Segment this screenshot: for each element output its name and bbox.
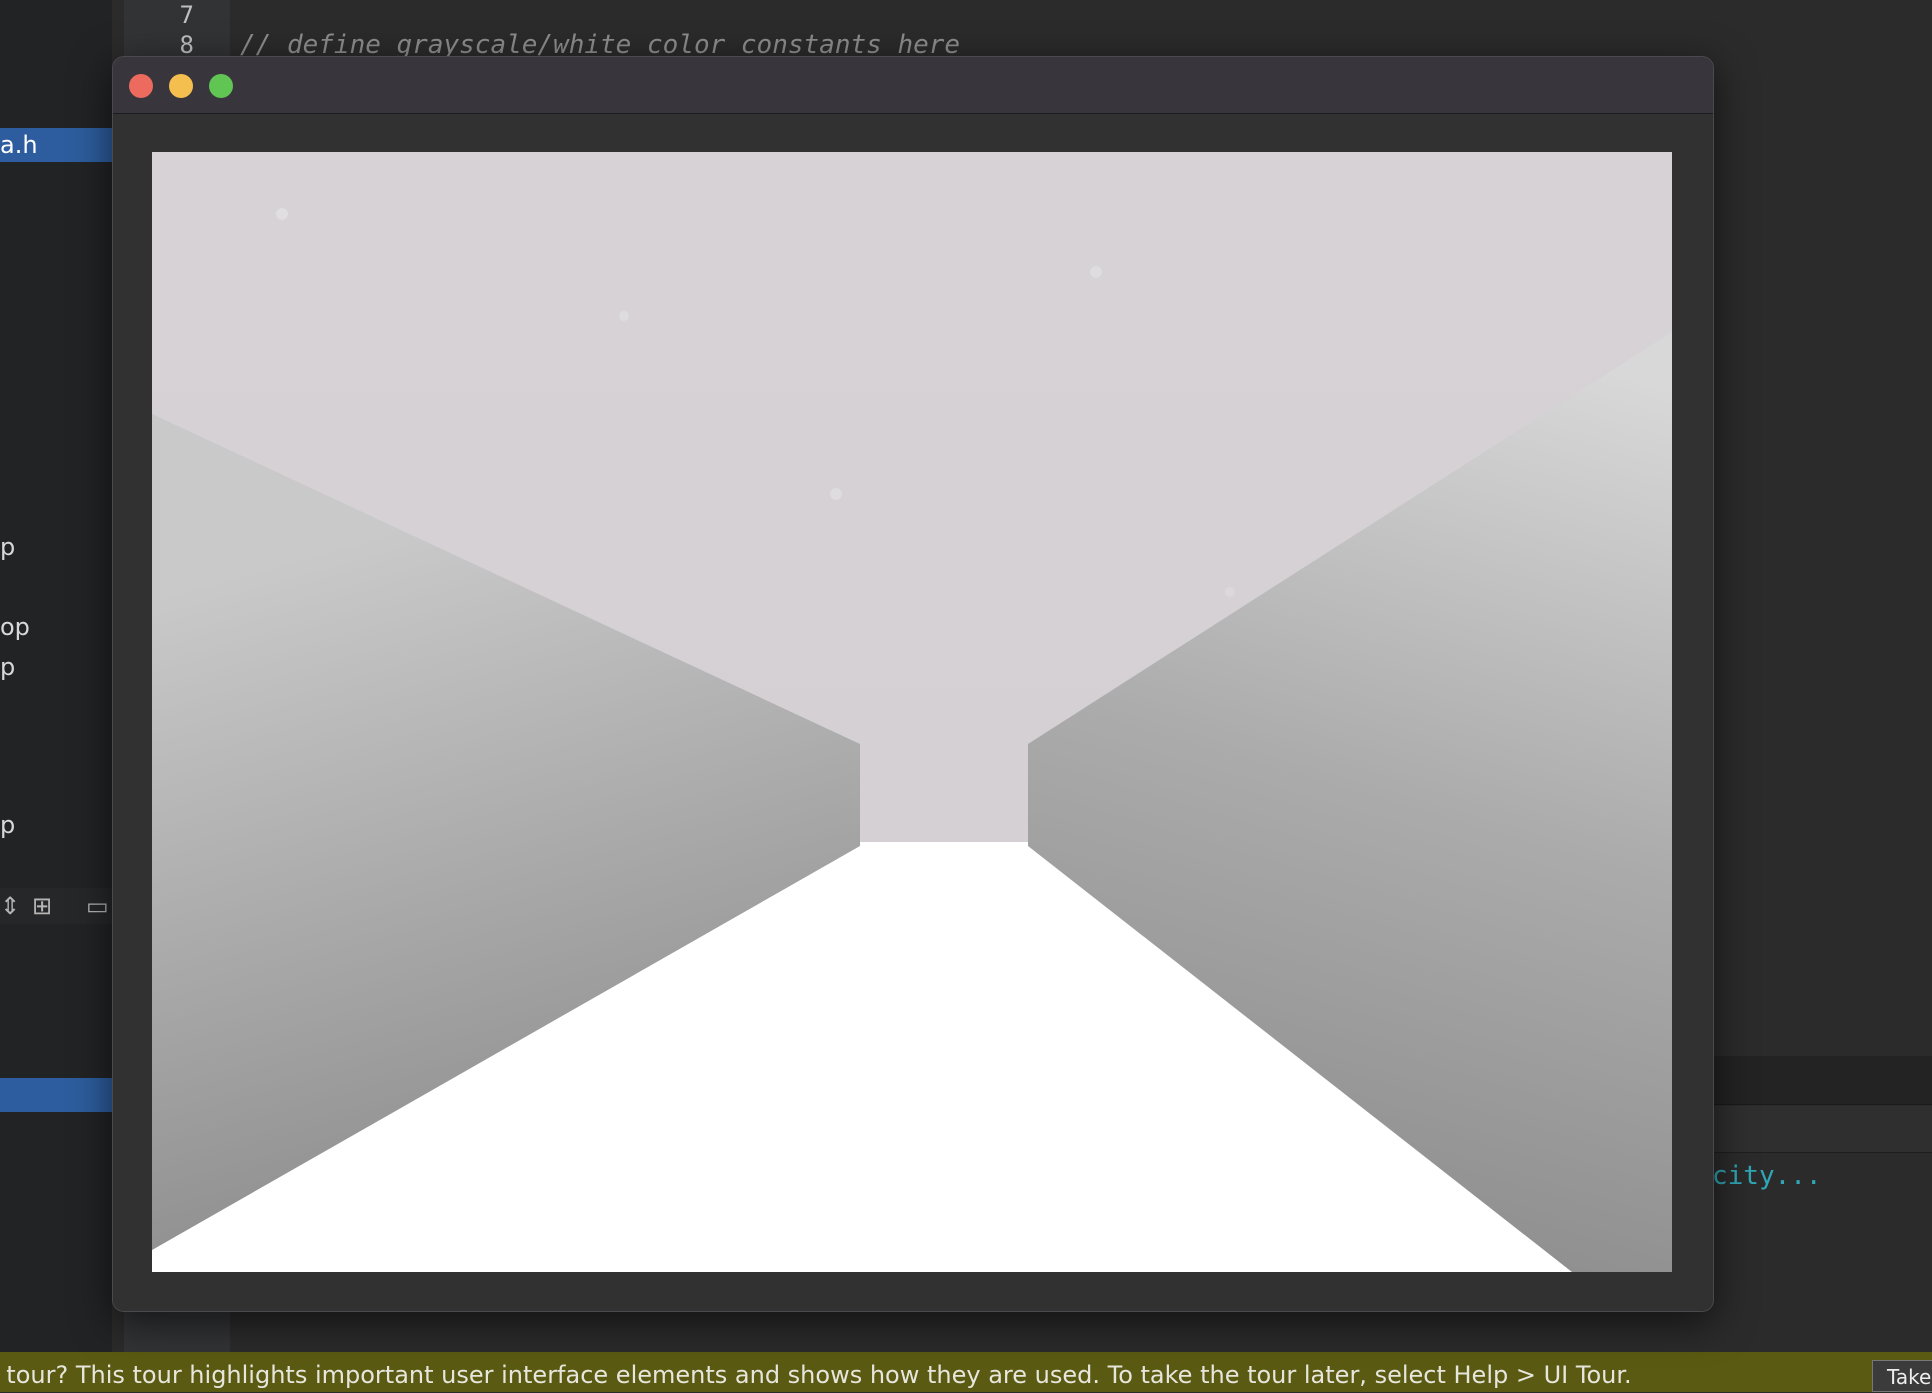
sidebar-item-label: a.h (0, 131, 38, 159)
sidebar-toolbar: ⇕ ⊞ ▭ (0, 888, 112, 924)
render-window (112, 56, 1714, 1312)
ui-tour-message: l tour? This tour highlights important u… (0, 1361, 1632, 1389)
sort-icon[interactable]: ⇕ (0, 888, 20, 924)
sidebar-item-label: op (0, 613, 30, 641)
ceiling-speck (276, 208, 288, 220)
output-panel-tabbar[interactable] (1712, 1056, 1932, 1105)
sidebar-item-label: p (0, 653, 16, 681)
collapse-icon[interactable]: ▭ (86, 888, 109, 924)
close-window-button[interactable] (129, 74, 153, 98)
sidebar-item-selected[interactable]: a.h (0, 128, 112, 162)
ui-tour-banner: l tour? This tour highlights important u… (0, 1352, 1932, 1392)
output-text: city... (1712, 1161, 1822, 1191)
minimize-window-button[interactable] (169, 74, 193, 98)
take-tour-button[interactable]: Take (1872, 1360, 1932, 1392)
sidebar-item-selected-secondary[interactable] (0, 1078, 112, 1112)
line-number: 7 (179, 1, 194, 29)
add-split-icon[interactable]: ⊞ (32, 888, 52, 924)
ceiling-speck (619, 311, 629, 321)
output-panel-toolbar (1712, 1106, 1932, 1153)
project-sidebar: a.h p op p p ⇕ ⊞ ▭ (0, 0, 112, 1352)
sidebar-item[interactable]: p (0, 650, 112, 684)
sidebar-item[interactable]: p (0, 808, 112, 842)
ceiling-speck (1225, 587, 1235, 597)
ceiling-speck (1090, 266, 1102, 278)
render-canvas (152, 152, 1672, 1272)
sidebar-item[interactable]: p (0, 530, 112, 564)
sidebar-item[interactable]: op (0, 610, 112, 644)
sidebar-item-label: p (0, 811, 16, 839)
window-titlebar[interactable] (113, 57, 1713, 114)
maximize-window-button[interactable] (209, 74, 233, 98)
ceiling-speck (830, 488, 842, 500)
sidebar-item-label: p (0, 533, 16, 561)
output-panel (1712, 1056, 1932, 1352)
